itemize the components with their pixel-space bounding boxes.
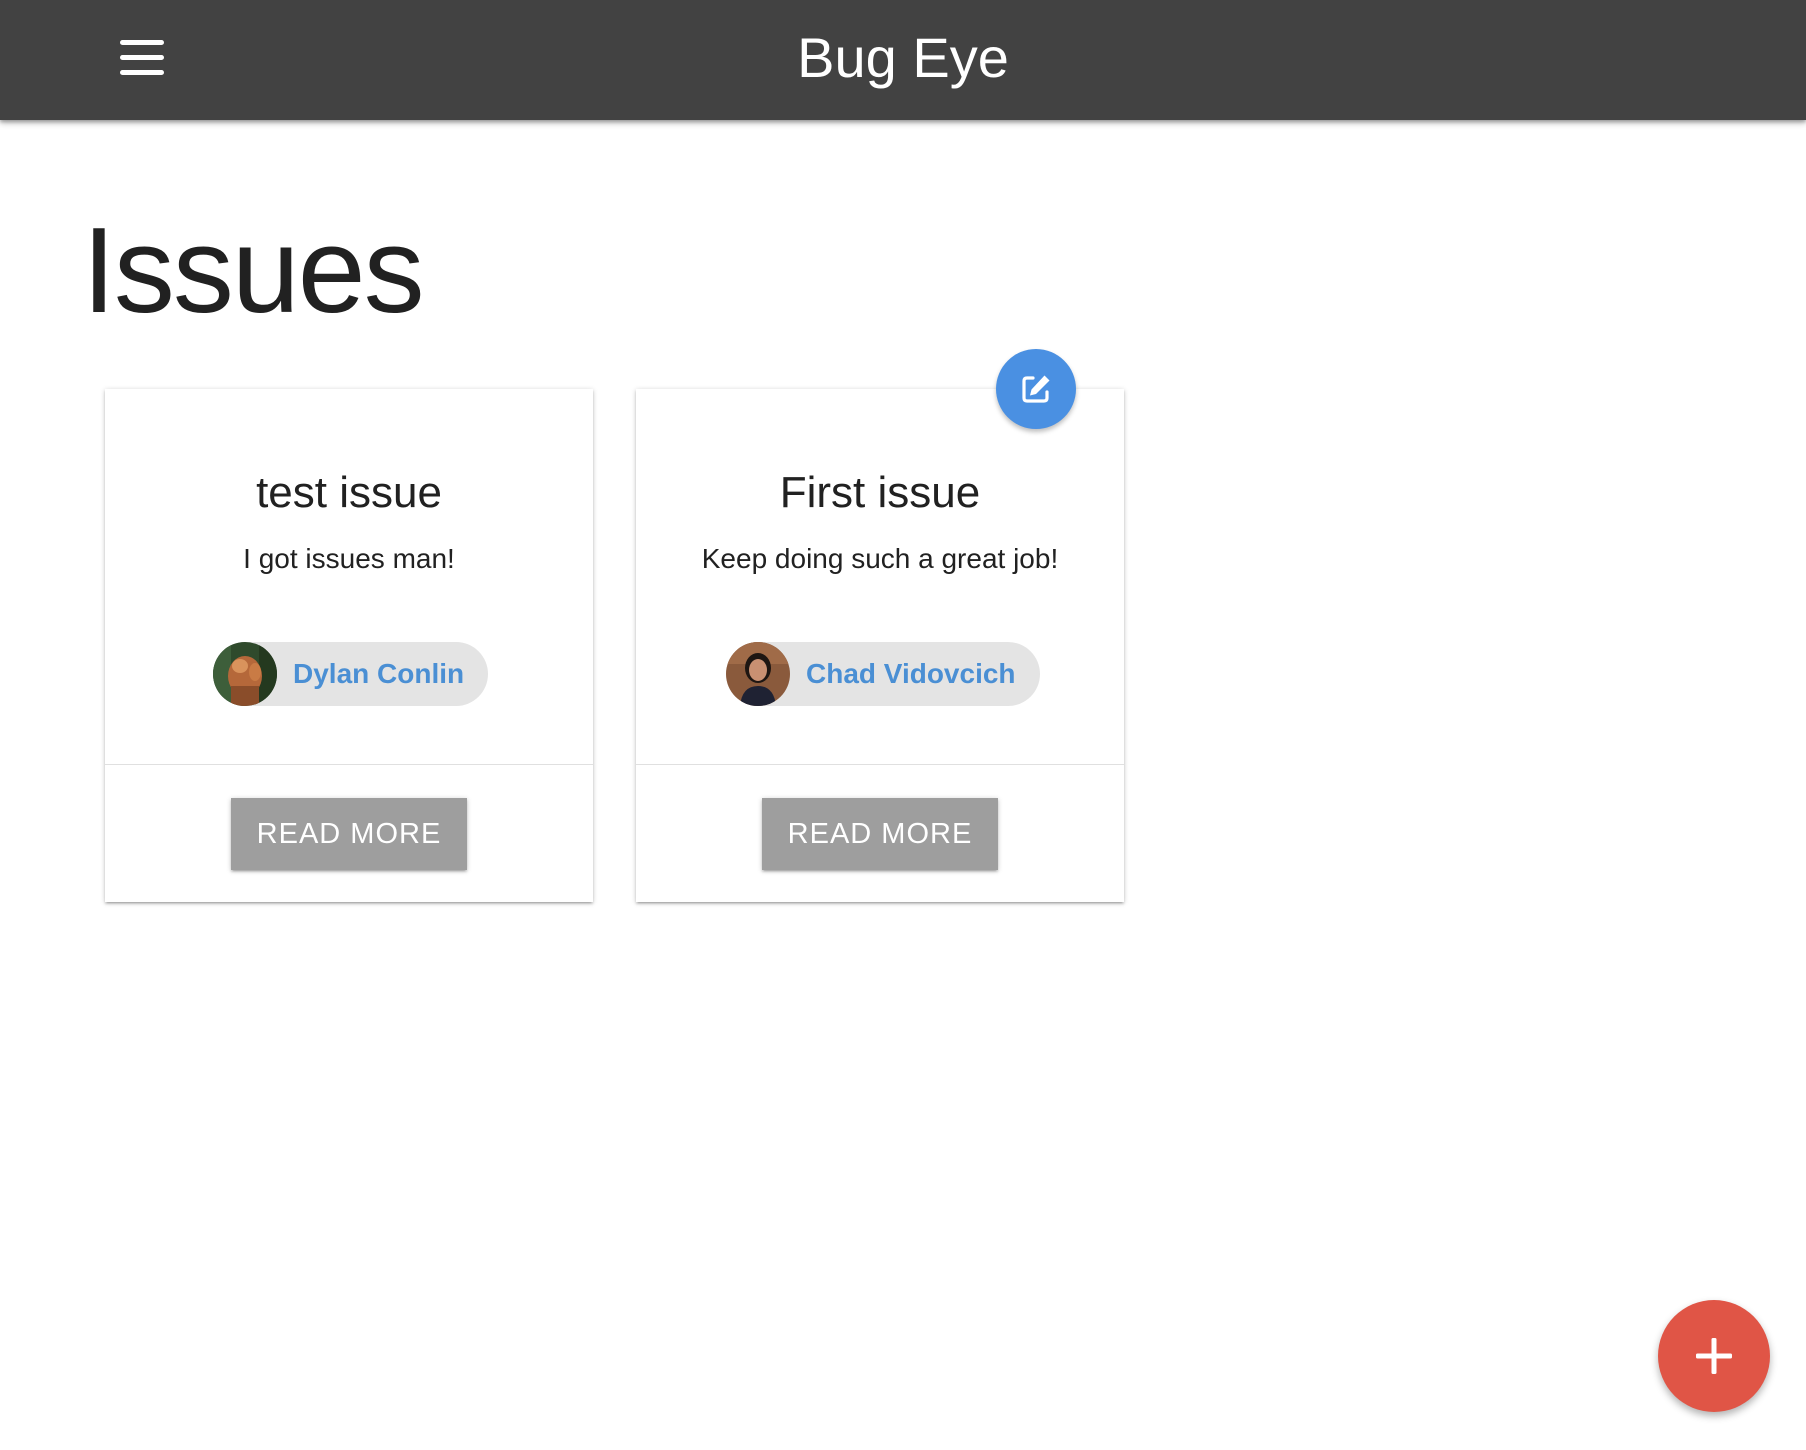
avatar: [213, 642, 277, 706]
card-action: READ MORE: [636, 764, 1124, 902]
edit-issue-button[interactable]: [996, 349, 1076, 429]
read-more-button[interactable]: READ MORE: [762, 798, 998, 870]
issue-title: First issue: [779, 468, 981, 517]
issue-card: First issue Keep doing such a great job!…: [636, 389, 1124, 902]
issue-title: test issue: [256, 468, 442, 517]
issue-card: test issue I got issues man! Dylan Conli…: [105, 389, 593, 902]
issue-description: I got issues man!: [243, 543, 455, 574]
card-action: READ MORE: [105, 764, 593, 902]
app-title[interactable]: Bug Eye: [0, 0, 1806, 116]
top-navbar: Bug Eye: [0, 0, 1806, 120]
plus-icon: [1696, 1338, 1732, 1374]
assignee-chip[interactable]: Chad Vidovcich: [726, 642, 1040, 706]
read-more-button[interactable]: READ MORE: [231, 798, 467, 870]
assignee-name[interactable]: Dylan Conlin: [293, 658, 464, 690]
card-content: First issue Keep doing such a great job!…: [636, 389, 1124, 764]
assignee-chip[interactable]: Dylan Conlin: [213, 642, 489, 706]
avatar: [726, 642, 790, 706]
card-content: test issue I got issues man! Dylan Conli…: [105, 389, 593, 764]
issue-description: Keep doing such a great job!: [701, 543, 1059, 574]
assignee-name[interactable]: Chad Vidovcich: [806, 658, 1016, 690]
edit-icon: [1022, 375, 1050, 403]
add-issue-button[interactable]: [1658, 1300, 1770, 1412]
page-title: Issues: [82, 202, 425, 338]
